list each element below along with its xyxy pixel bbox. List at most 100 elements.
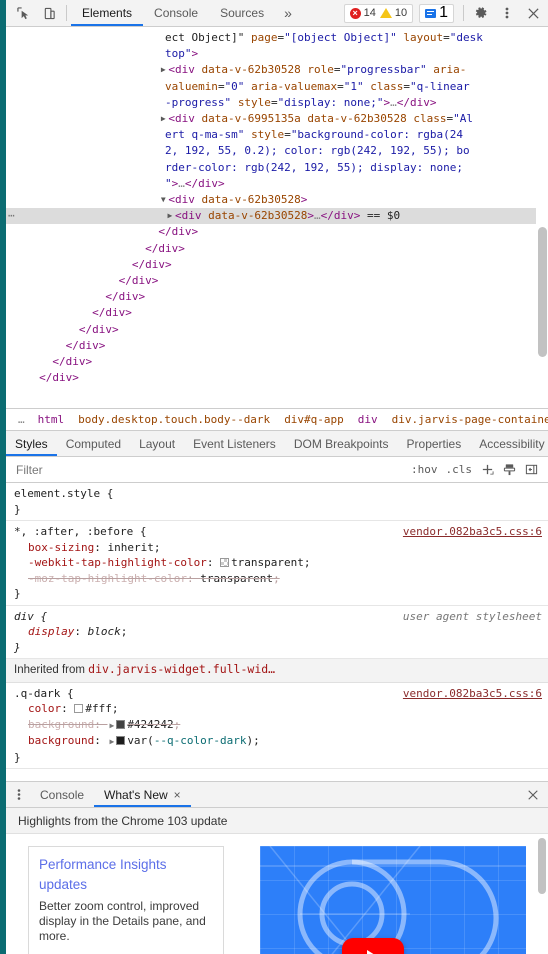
drawer-tab-close-icon[interactable]: × <box>174 788 181 802</box>
drawer-kebab-menu-icon[interactable] <box>8 784 30 806</box>
dom-node-line[interactable]: ▼ <div data-v-62b30528> <box>6 192 536 208</box>
css-property-name[interactable]: box-sizing <box>28 541 94 554</box>
hov-toggle-button[interactable]: :hov <box>407 463 442 476</box>
dom-node-line[interactable]: ▶ <div data-v-62b30528 role="progressbar"… <box>6 62 536 78</box>
dom-node-selected[interactable]: ⋯ ▶ <div data-v-62b30528>…</div> == $0 <box>6 208 536 225</box>
inherited-selector[interactable]: div.jarvis-widget.full-wid… <box>88 662 275 676</box>
message-counter[interactable]: 1 <box>419 3 454 23</box>
dom-tree-scrollbar-thumb[interactable] <box>538 227 547 357</box>
css-declaration[interactable]: display: block; <box>14 624 542 640</box>
css-property-value[interactable]: transparent <box>231 556 304 569</box>
dom-node-line[interactable]: </div> <box>6 338 536 354</box>
dom-node-line[interactable]: </div> <box>6 354 536 370</box>
node-badge-dots[interactable]: ⋯ <box>8 208 16 224</box>
css-property-name[interactable]: -moz-tap-highlight-color <box>28 572 187 585</box>
css-property-value[interactable]: transparent <box>200 572 273 585</box>
styles-tab-computed[interactable]: Computed <box>57 431 130 456</box>
dom-node-line[interactable]: </div> <box>6 257 536 273</box>
css-declaration[interactable]: color: #fff; <box>14 701 542 717</box>
breadcrumb-item-5[interactable]: div.jarvis-page-container.q-layou <box>385 413 548 426</box>
whats-new-video-thumbnail[interactable]: new <box>260 846 526 954</box>
dom-tree-scrollbar[interactable] <box>537 27 548 408</box>
issues-counter[interactable]: × 14 10 <box>343 3 414 23</box>
dom-node-line[interactable]: ▶ <div data-v-6995135a data-v-62b30528 cl… <box>6 111 536 127</box>
computed-styles-icon[interactable] <box>498 460 520 480</box>
expand-arrow-closed-icon[interactable]: ▶ <box>158 62 168 78</box>
device-toolbar-icon[interactable] <box>36 1 62 25</box>
css-rule[interactable]: vendor.082ba3c5.css:6 .q-dark {color: #ff… <box>6 683 548 769</box>
css-property-value[interactable]: inherit <box>107 541 153 554</box>
breadcrumb-item-0[interactable]: … <box>12 413 31 426</box>
more-tabs-button[interactable]: » <box>275 0 301 26</box>
css-property-name[interactable]: color <box>28 702 61 715</box>
css-variable-name[interactable]: --q-color-dark <box>154 734 247 747</box>
inspect-element-icon[interactable] <box>10 1 36 25</box>
dom-node-line[interactable]: </div> <box>6 273 536 289</box>
dom-node-line[interactable]: ">…</div> <box>6 176 536 192</box>
dom-node-line[interactable]: </div> <box>6 370 536 386</box>
expand-arrow-closed-icon[interactable]: ▶ <box>109 718 114 734</box>
color-swatch[interactable] <box>220 558 230 567</box>
css-selector[interactable]: element.style { <box>14 486 542 502</box>
dom-node-line[interactable]: 2, 192, 55, 0.2); color: rgb(242, 192, 5… <box>6 143 536 159</box>
dom-node-line[interactable]: </div> <box>6 241 536 257</box>
css-property-name[interactable]: -webkit-tap-highlight-color <box>28 556 207 569</box>
dom-node-line[interactable]: top"> <box>6 46 536 62</box>
dom-node-line[interactable]: valuemin="0" aria-valuemax="1" class="q-… <box>6 79 536 95</box>
drawer-tab-whats-new[interactable]: What's New × <box>94 782 191 807</box>
gear-icon[interactable] <box>468 1 494 25</box>
css-property-value[interactable]: #fff <box>85 702 112 715</box>
css-rules-list[interactable]: element.style {} vendor.082ba3c5.css:6 *, … <box>6 483 548 781</box>
tab-sources[interactable]: Sources <box>209 0 275 26</box>
cls-toggle-button[interactable]: .cls <box>442 463 477 476</box>
youtube-play-icon[interactable] <box>342 938 404 954</box>
dom-tree-pane[interactable]: ect Object]" page = "[object Object]" layo… <box>6 27 548 409</box>
color-swatch[interactable] <box>116 719 126 729</box>
css-declaration[interactable]: background: ▶ var(--q-color-dark); <box>14 733 542 750</box>
whats-new-card-title[interactable]: Performance Insights updates <box>39 855 213 895</box>
expand-arrow-closed-icon[interactable]: ▶ <box>165 208 175 224</box>
tab-console[interactable]: Console <box>143 0 209 26</box>
css-property-value[interactable]: block <box>88 625 121 638</box>
tab-elements[interactable]: Elements <box>71 0 144 26</box>
styles-tab-event-listeners[interactable]: Event Listeners <box>184 431 285 456</box>
css-rule[interactable]: user agent stylesheet div {display: block… <box>6 606 548 659</box>
css-property-value[interactable]: #424242 <box>127 718 173 731</box>
css-declaration[interactable]: -webkit-tap-highlight-color: transparent… <box>14 555 542 571</box>
styles-tab-layout[interactable]: Layout <box>130 431 184 456</box>
expand-arrow-open-icon[interactable]: ▼ <box>158 192 168 208</box>
styles-tab-dom-breakpoints[interactable]: DOM Breakpoints <box>285 431 398 456</box>
breadcrumb-item-3[interactable]: div#q-app <box>277 413 351 426</box>
breadcrumb-item-2[interactable]: body.desktop.touch.body--dark <box>71 413 277 426</box>
css-rule-origin[interactable]: vendor.082ba3c5.css:6 <box>403 524 542 540</box>
expand-arrow-closed-icon[interactable]: ▶ <box>109 734 114 750</box>
css-rule[interactable]: element.style {} <box>6 483 548 521</box>
styles-tab-accessibility[interactable]: Accessibility <box>470 431 548 456</box>
dom-node-line[interactable]: </div> <box>6 224 536 240</box>
dom-node-line[interactable]: </div> <box>6 305 536 321</box>
css-property-value[interactable]: var(--q-color-dark) <box>127 734 253 747</box>
breadcrumb[interactable]: … html body.desktop.touch.body--dark div#q-… <box>6 409 548 431</box>
filter-input[interactable] <box>6 458 407 481</box>
dom-node-line[interactable]: </div> <box>6 322 536 338</box>
dom-node-line[interactable]: ect Object]" page = "[object Object]" layo… <box>6 30 536 46</box>
color-swatch[interactable] <box>116 736 126 745</box>
dom-node-line[interactable]: ert q-ma-sm" style="background-color: rg… <box>6 127 536 143</box>
dom-node-line[interactable]: rder-color: rgb(242, 192, 55); display: … <box>6 160 536 176</box>
styles-tab-properties[interactable]: Properties <box>398 431 471 456</box>
css-rule[interactable]: vendor.082ba3c5.css:6 *, :after, :before … <box>6 521 548 606</box>
css-declaration[interactable]: -moz-tap-highlight-color: transparent; <box>14 571 542 587</box>
css-declaration[interactable]: box-sizing: inherit; <box>14 540 542 556</box>
dom-tree-content[interactable]: ect Object]" page = "[object Object]" layo… <box>6 27 548 408</box>
css-rule-origin[interactable]: vendor.082ba3c5.css:6 <box>403 686 542 702</box>
whats-new-card[interactable]: Performance Insights updates Better zoom… <box>28 846 224 954</box>
plus-icon[interactable] <box>476 460 498 480</box>
css-declaration[interactable]: background: ▶ #424242; <box>14 717 542 734</box>
css-property-name[interactable]: display <box>28 625 74 638</box>
toggle-sidebar-icon[interactable] <box>520 460 542 480</box>
styles-tab-styles[interactable]: Styles <box>6 431 57 456</box>
error-counter[interactable]: × 14 <box>349 7 376 19</box>
whats-new-scrollbar-thumb[interactable] <box>538 838 546 894</box>
dom-node-line[interactable]: -progress" style="display: none;">…</div… <box>6 95 536 111</box>
close-icon[interactable] <box>520 1 546 25</box>
